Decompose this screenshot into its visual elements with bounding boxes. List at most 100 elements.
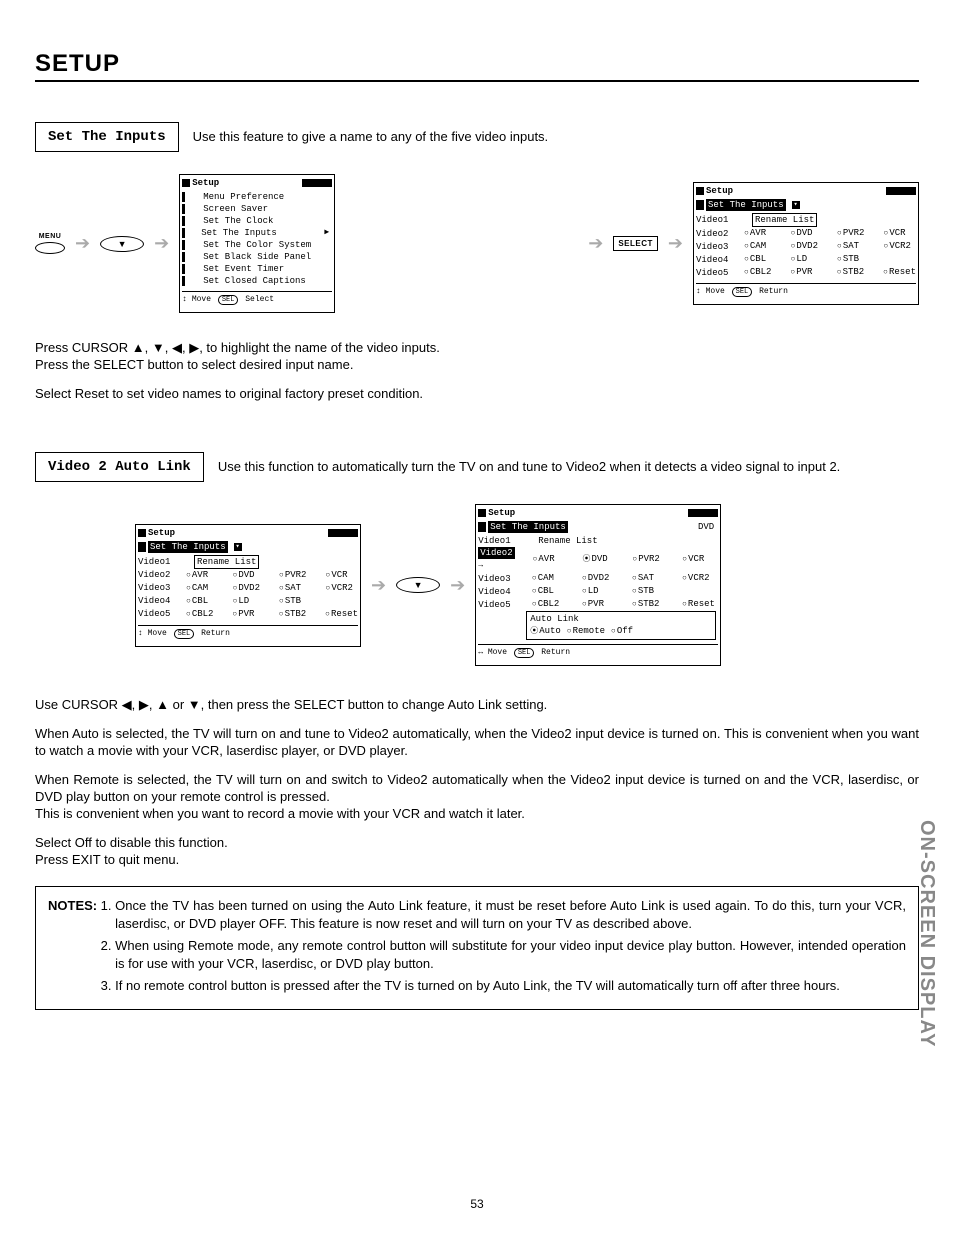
rename-option[interactable]: STB [279, 595, 311, 608]
rename-option[interactable]: DVD [582, 553, 618, 566]
cursor-down-button[interactable]: ▼ [100, 236, 144, 252]
rename-option[interactable]: VCR2 [884, 240, 916, 253]
video-label: Video3 [696, 241, 730, 253]
osd-menu-item[interactable]: Screen Saver [182, 203, 332, 215]
rename-option[interactable]: CBL2 [532, 598, 568, 611]
rename-option[interactable]: PVR2 [632, 553, 668, 566]
osd-d-sub: Set The Inputs [488, 521, 568, 533]
auto-link-title: Auto Link [530, 613, 712, 625]
down-triangle-icon: ▼ [414, 580, 423, 590]
note-item: When using Remote mode, any remote contr… [115, 937, 906, 973]
notes-list: Once the TV has been turned on using the… [97, 897, 906, 999]
right-triangle-icon: ▶ [324, 227, 332, 239]
dropdown-icon: ▾ [792, 201, 800, 209]
osd-b-sub: Set The Inputs [706, 199, 786, 211]
rename-row: Video4 CBL LD STB [696, 253, 916, 266]
rename-option[interactable]: CAM [186, 582, 218, 595]
rename-option[interactable]: DVD [791, 227, 823, 240]
video1-label: Video1 [696, 214, 738, 226]
sec2-diagram: Setup Set The Inputs▾ Video1Rename List … [35, 504, 919, 666]
sec1-label: Set The Inputs [35, 122, 179, 152]
osd-menu-item[interactable]: Set The Color System [182, 239, 332, 251]
rename-row: Video5 CBL2 PVR STB2 Reset [696, 266, 916, 279]
rename-row: Video3 CAM DVD2 SAT VCR2 [138, 582, 358, 595]
rename-option[interactable]: DVD [233, 569, 265, 582]
rename-option[interactable]: VCR [326, 569, 358, 582]
menu-button[interactable]: MENU [35, 233, 65, 254]
rename-option[interactable]: AVR [744, 227, 776, 240]
leftright-icon: ↔ [478, 648, 483, 657]
rename-option[interactable]: STB [632, 585, 668, 598]
menu-button-icon [35, 242, 65, 254]
rename-option[interactable]: AVR [533, 553, 569, 566]
video-label: Video5 [696, 267, 730, 279]
rename-option[interactable]: CAM [532, 572, 568, 585]
osd-menu-item[interactable]: Set Closed Captions [182, 275, 332, 287]
autolink-option[interactable]: Off [611, 626, 633, 636]
sec2-header-row: Video 2 Auto Link Use this function to a… [35, 452, 919, 482]
rename-option[interactable]: CBL2 [744, 266, 776, 279]
video-label: Video3 [138, 582, 172, 594]
osd-menu-item[interactable]: Set The Clock [182, 215, 332, 227]
rename-option[interactable]: PVR2 [837, 227, 869, 240]
rename-option[interactable]: CBL [186, 595, 218, 608]
osd-a-highlight[interactable]: Set The Inputs [201, 227, 277, 239]
rename-option[interactable]: AVR [186, 569, 218, 582]
rename-option[interactable]: VCR [682, 553, 718, 566]
rename-option[interactable]: LD [233, 595, 265, 608]
rename-option[interactable]: SAT [837, 240, 869, 253]
rename-option[interactable]: CAM [744, 240, 776, 253]
rename-option[interactable]: STB [837, 253, 869, 266]
rename-option[interactable]: STB2 [279, 608, 311, 621]
sec1-header-row: Set The Inputs Use this feature to give … [35, 122, 919, 152]
rename-option[interactable]: VCR [884, 227, 916, 240]
rename-option[interactable]: LD [582, 585, 618, 598]
arrow-icon: ➔ [588, 233, 603, 254]
rename-option[interactable]: VCR2 [682, 572, 718, 585]
down-triangle-icon: ▼ [118, 239, 127, 249]
auto-link-box: Auto Link Auto Remote Off [526, 611, 716, 640]
section-video2-autolink: Video 2 Auto Link Use this function to a… [35, 452, 919, 1010]
rename-option[interactable]: PVR2 [279, 569, 311, 582]
rename-option[interactable]: PVR [232, 608, 264, 621]
sec2-label: Video 2 Auto Link [35, 452, 204, 482]
rename-option[interactable]: Reset [883, 266, 916, 279]
video-label: Video4 [138, 595, 172, 607]
rename-option[interactable]: SAT [632, 572, 668, 585]
rename-option[interactable]: Reset [325, 608, 358, 621]
cursor-down-button[interactable]: ▼ [396, 577, 440, 593]
rename-option[interactable]: DVD2 [582, 572, 618, 585]
rename-option[interactable]: PVR [790, 266, 822, 279]
osd-menu-item[interactable]: Set Event Timer [182, 263, 332, 275]
rename-option[interactable]: CBL [532, 585, 568, 598]
rename-option[interactable]: CBL [744, 253, 776, 266]
rename-row: Video4 CBL LD STB [478, 585, 718, 598]
rename-option[interactable]: STB2 [837, 266, 869, 279]
video1-label: Video1 [138, 556, 180, 568]
osd-auto-link: Setup Set The InputsDVD Video1Rename Lis… [475, 504, 721, 666]
rename-list-header: Rename List [536, 535, 599, 547]
sec2-intro: Use this function to automatically turn … [218, 452, 919, 474]
rename-option[interactable]: STB2 [632, 598, 668, 611]
autolink-option[interactable]: Auto [530, 626, 561, 636]
select-button[interactable]: SELECT [613, 236, 658, 251]
video-label: Video4 [696, 254, 730, 266]
arrow-icon: ➔ [154, 233, 169, 254]
page-number: 53 [0, 1197, 954, 1211]
rename-option[interactable]: CBL2 [186, 608, 218, 621]
notes-label: NOTES: [48, 897, 97, 999]
rename-row: Video5CBL2PVRSTB2Reset [478, 598, 718, 611]
osd-menu-item[interactable]: Set Black Side Panel [182, 251, 332, 263]
rename-option[interactable]: Reset [682, 598, 718, 611]
video-label: Video4 [478, 586, 518, 598]
rename-option[interactable]: DVD2 [791, 240, 823, 253]
rename-option[interactable]: VCR2 [326, 582, 358, 595]
autolink-option[interactable]: Remote [567, 626, 605, 636]
osd-menu-item[interactable]: Menu Preference [182, 191, 332, 203]
rename-option[interactable]: SAT [279, 582, 311, 595]
video-label: Video3 [478, 573, 518, 585]
rename-option[interactable]: DVD2 [233, 582, 265, 595]
rename-option[interactable]: PVR [582, 598, 618, 611]
rename-option[interactable]: LD [791, 253, 823, 266]
title-rule [35, 80, 919, 82]
